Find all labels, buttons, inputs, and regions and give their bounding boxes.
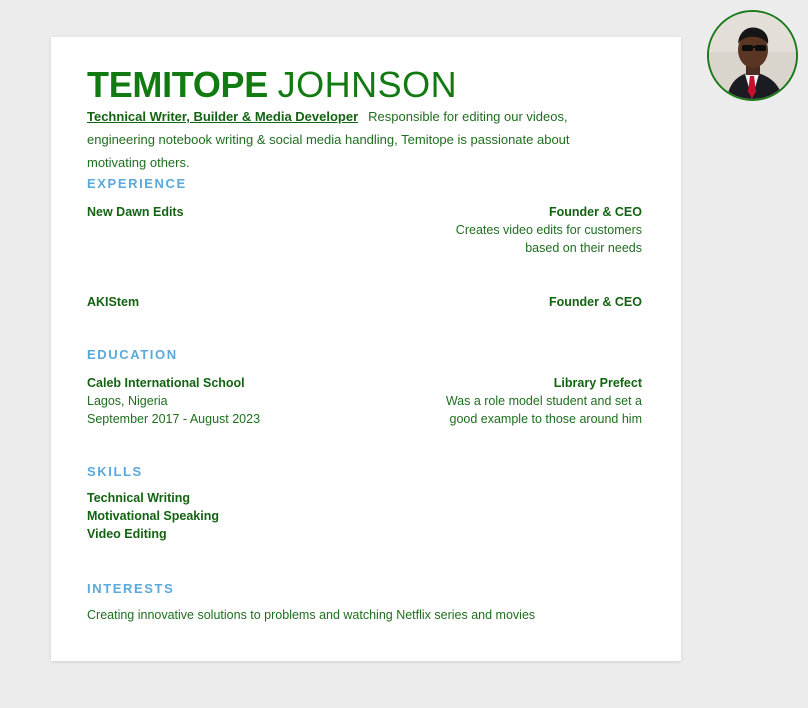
education-section: EDUCATION Caleb International School Lag…	[87, 347, 642, 426]
profile-photo	[709, 12, 796, 99]
education-location: Lagos, Nigeria	[87, 394, 168, 408]
education-title: EDUCATION	[87, 347, 178, 362]
experience-position: Founder & CEO	[548, 205, 642, 219]
last-name: JOHNSON	[277, 64, 458, 105]
first-name: TEMITOPE	[87, 64, 268, 105]
intro: Technical Writer, Builder & Media Develo…	[87, 105, 627, 174]
education-item: Caleb International School Lagos, Nigeri…	[87, 374, 642, 434]
interests-text: Creating innovative solutions to problem…	[87, 608, 536, 622]
role-link[interactable]: Technical Writer, Builder & Media Develo…	[87, 109, 358, 124]
skills-title: SKILLS	[87, 464, 143, 479]
resume-content: TEMITOPE JOHNSON Technical Writer, Build…	[87, 65, 642, 623]
education-role: Library Prefect Was a role model student…	[446, 374, 642, 428]
skill-item: Motivational Speaking	[87, 509, 219, 523]
skills-list: Technical Writing Motivational Speaking …	[87, 489, 642, 543]
experience-section: EXPERIENCE New Dawn Edits Founder & CEO …	[87, 176, 642, 309]
experience-desc-line: Creates video edits for customers	[455, 223, 642, 237]
skill-item: Technical Writing	[87, 491, 191, 505]
experience-position: Founder & CEO	[548, 295, 642, 309]
experience-title: EXPERIENCE	[87, 176, 187, 191]
education-details: Caleb International School Lagos, Nigeri…	[87, 374, 260, 428]
experience-item: AKIStem Founder & CEO	[87, 293, 642, 313]
interests-title: INTERESTS	[87, 581, 175, 596]
skill-item: Video Editing	[87, 527, 167, 541]
profile-avatar	[707, 10, 798, 101]
skills-section: SKILLS Technical Writing Motivational Sp…	[87, 464, 642, 543]
interests-section: INTERESTS Creating innovative solutions …	[87, 581, 642, 624]
experience-desc-line: based on their needs	[525, 241, 642, 255]
education-dates: September 2017 - August 2023	[87, 412, 261, 426]
education-desc-line: good example to those around him	[449, 412, 643, 426]
experience-org: AKIStem	[87, 295, 140, 309]
experience-org: New Dawn Edits	[87, 205, 184, 219]
resume-page: TEMITOPE JOHNSON Technical Writer, Build…	[51, 37, 681, 661]
experience-details: Founder & CEO Creates video edits for cu…	[456, 203, 642, 257]
experience-item: New Dawn Edits Founder & CEO Creates vid…	[87, 203, 642, 263]
education-position: Library Prefect	[553, 376, 642, 390]
education-school: Caleb International School	[87, 376, 245, 390]
education-desc-line: Was a role model student and set a	[445, 394, 642, 408]
full-name: TEMITOPE JOHNSON	[87, 65, 642, 105]
